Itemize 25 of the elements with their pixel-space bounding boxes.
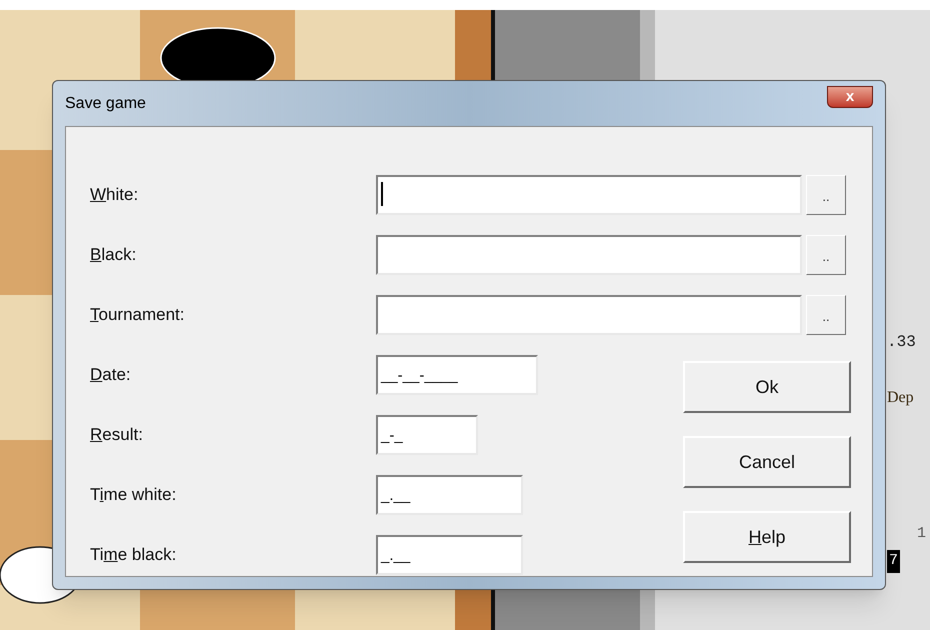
dialog-button[interactable]: Cancel <box>683 436 851 488</box>
field-label: White: <box>90 184 140 206</box>
browse-button[interactable]: .. <box>806 175 846 215</box>
panel-text: .33 <box>887 332 916 353</box>
dialog-button[interactable]: Ok <box>683 361 851 413</box>
input-field[interactable]: __-__-____ <box>376 355 538 395</box>
input-field[interactable] <box>376 175 802 215</box>
input-field[interactable] <box>376 235 802 275</box>
field-label: Black: <box>90 244 138 266</box>
field-label: Date: <box>90 364 132 386</box>
panel-text: 1 <box>917 524 926 544</box>
input-field[interactable]: _.__ <box>376 535 523 575</box>
dialog-button[interactable]: Help <box>683 511 851 563</box>
input-field[interactable]: _-_ <box>376 415 478 455</box>
browse-button[interactable]: .. <box>806 235 846 275</box>
field-label: Tournament: <box>90 304 186 326</box>
field-label: Result: <box>90 424 144 446</box>
input-field[interactable]: _.__ <box>376 475 523 515</box>
browse-button[interactable]: .. <box>806 295 846 335</box>
window-title: Save game <box>65 94 146 114</box>
panel-text: 7 <box>887 550 900 572</box>
field-label: Time white: <box>90 484 178 506</box>
field-label: Time black: <box>90 544 178 566</box>
input-field[interactable] <box>376 295 802 335</box>
panel-text: Dep <box>887 388 914 408</box>
